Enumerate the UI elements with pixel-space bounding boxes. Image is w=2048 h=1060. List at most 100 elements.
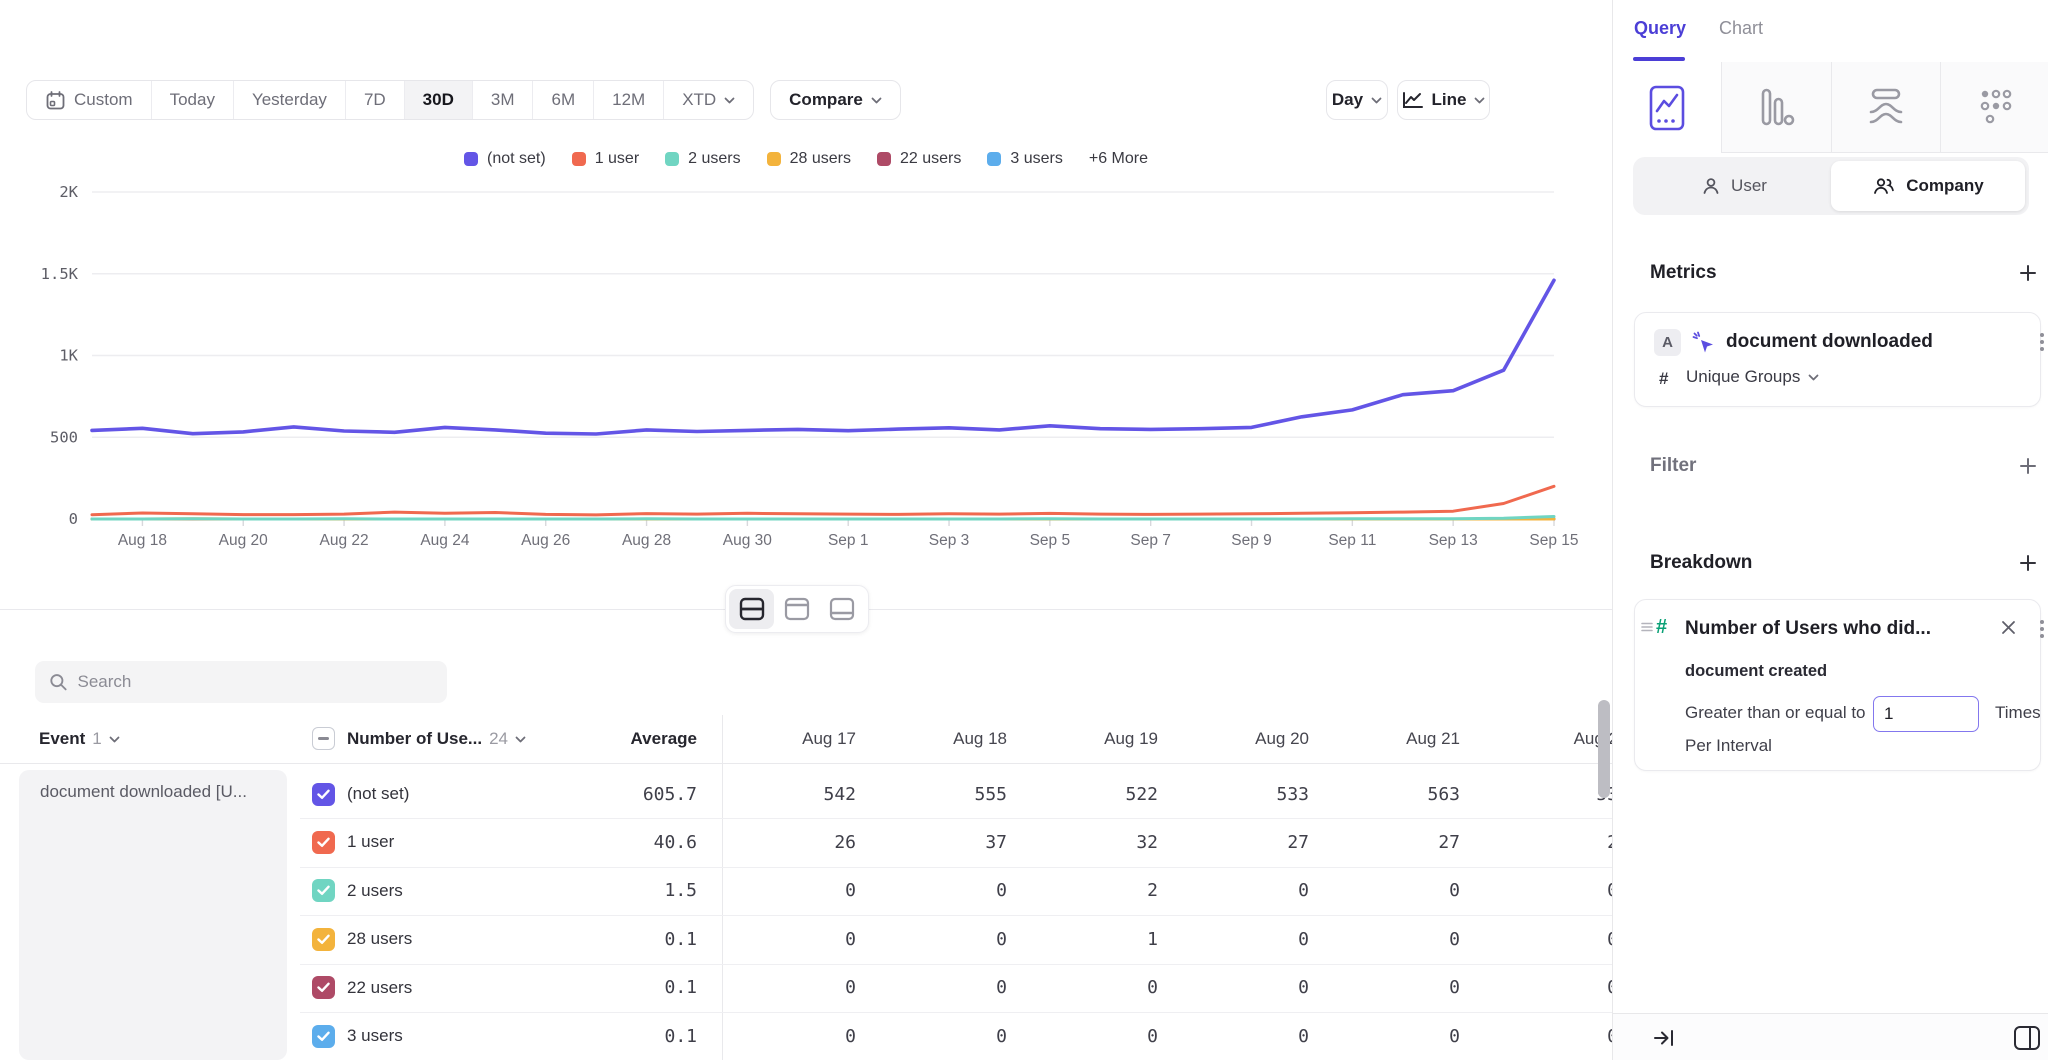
row-checkbox[interactable] [312,831,335,854]
series-column-header[interactable]: Number of Use... 24 [347,715,526,763]
breakdown-event-name[interactable]: document created [1685,662,1827,681]
cell-value: 0 [867,964,1007,1012]
table-vertical-scrollbar[interactable] [1598,700,1610,798]
table-header-divider [0,763,1612,764]
plus-icon [2018,553,2038,573]
company-icon [1872,176,1896,196]
flow-icon [1863,82,1909,132]
bar-chart-icon [1754,82,1798,132]
cell-value: 0 [1478,964,1618,1012]
date-column-header: Aug 18 [867,715,1007,763]
measure-label: Unique Groups [1686,367,1800,387]
x-axis-label: Sep 11 [1328,532,1376,549]
sidebar-layout-icon[interactable] [2013,1025,2041,1051]
cell-value: 0 [1320,867,1460,915]
cell-value: 27 [1169,818,1309,866]
checkmark-icon [317,1031,330,1042]
metric-menu-button[interactable] [2033,329,2048,355]
date-column-header: Aug 17 [716,715,856,763]
row-checkbox[interactable] [312,1025,335,1048]
cell-value: 0 [1478,867,1618,915]
cell-value: 0 [716,1012,856,1060]
toggle-company[interactable]: Company [1831,161,2025,211]
metric-card[interactable]: A document downloaded # Unique Groups [1634,312,2041,407]
collapse-panel-icon[interactable] [1653,1028,1675,1048]
row-label: 22 users [347,964,557,1012]
metric-name[interactable]: document downloaded [1726,331,1933,353]
tab-query[interactable]: Query [1634,18,1686,39]
measure-dropdown[interactable]: Unique Groups [1686,367,1819,387]
row-checkbox[interactable] [312,879,335,902]
toggle-user[interactable]: User [1637,161,1831,211]
row-checkbox[interactable] [312,976,335,999]
cell-value: 0 [1320,964,1460,1012]
row-label: 28 users [347,915,557,963]
search-input[interactable] [78,672,433,692]
x-axis-label: Sep 9 [1231,532,1272,549]
metrics-title: Metrics [1650,262,1717,284]
select-all-checkbox[interactable] [312,727,335,750]
breakdown-name[interactable]: Number of Users who did... [1685,618,1931,640]
x-axis-label: Aug 26 [521,532,570,549]
query-panel: Query Chart [1612,0,2048,1060]
y-axis-label: 1.5K [41,265,79,283]
layout-table-button[interactable] [820,589,865,629]
add-filter-button[interactable] [2015,453,2041,479]
plus-icon [2018,456,2038,476]
times-input[interactable] [1873,696,1979,732]
user-icon [1701,176,1721,196]
checkmark-icon [317,982,330,993]
x-axis-label: Aug 30 [723,532,773,549]
x-axis-label: Sep 13 [1429,532,1478,549]
cell-value: 0 [1018,1012,1158,1060]
average-column-header: Average [557,715,697,763]
table-search[interactable] [35,661,447,703]
drag-handle-icon[interactable] [1640,620,1654,634]
y-axis-label: 1K [59,347,78,365]
cell-value: 0 [716,964,856,1012]
cell-value: 53 [1478,770,1618,818]
breakdown-hash-icon: # [1656,616,1667,639]
cell-value: 533 [1169,770,1309,818]
checkmark-icon [317,934,330,945]
event-cell[interactable]: document downloaded [U... [19,770,287,1060]
cell-value: 32 [1018,818,1158,866]
tab-chart[interactable]: Chart [1719,18,1763,39]
close-icon[interactable] [2001,620,2016,635]
add-metric-button[interactable] [2015,260,2041,286]
chevron-down-icon [515,736,526,743]
filter-title: Filter [1650,455,1696,477]
more-charts-tab[interactable] [1941,62,2048,153]
breakdown-title: Breakdown [1650,552,1752,574]
line-chart-tab[interactable] [1613,62,1722,153]
add-breakdown-button[interactable] [2015,550,2041,576]
row-checkbox[interactable] [312,928,335,951]
chart-type-tabbar [1613,62,2048,153]
condition-label: Greater than or equal to [1685,703,1866,723]
layout-chart-button[interactable] [774,589,819,629]
x-axis-label: Sep 3 [929,532,970,549]
cell-value: 563 [1320,770,1460,818]
cell-value: 0 [1169,1012,1309,1060]
checkmark-icon [317,837,330,848]
row-checkbox[interactable] [312,783,335,806]
row-label: 2 users [347,867,557,915]
event-column-header[interactable]: Event 1 [39,715,120,763]
cell-value: 0 [1320,915,1460,963]
cell-value: 0 [867,867,1007,915]
flow-chart-tab[interactable] [1832,62,1941,153]
line-chart[interactable]: 05001K1.5K2KAug 18Aug 20Aug 22Aug 24Aug … [0,0,1612,560]
layout-toggle-group [725,585,869,633]
bar-chart-tab[interactable] [1722,62,1831,153]
cell-value: 1 [1018,915,1158,963]
search-icon [49,672,68,692]
breakdown-card[interactable]: # Number of Users who did... document cr… [1634,599,2041,771]
x-axis-label: Aug 22 [319,532,368,549]
cell-value: 0 [1169,964,1309,1012]
cell-value: 37 [867,818,1007,866]
breakdown-menu-button[interactable] [2033,616,2048,642]
layout-split-button[interactable] [729,589,774,629]
y-axis-label: 0 [69,510,78,528]
chevron-down-icon [1808,374,1819,381]
average-value: 40.6 [557,818,697,866]
